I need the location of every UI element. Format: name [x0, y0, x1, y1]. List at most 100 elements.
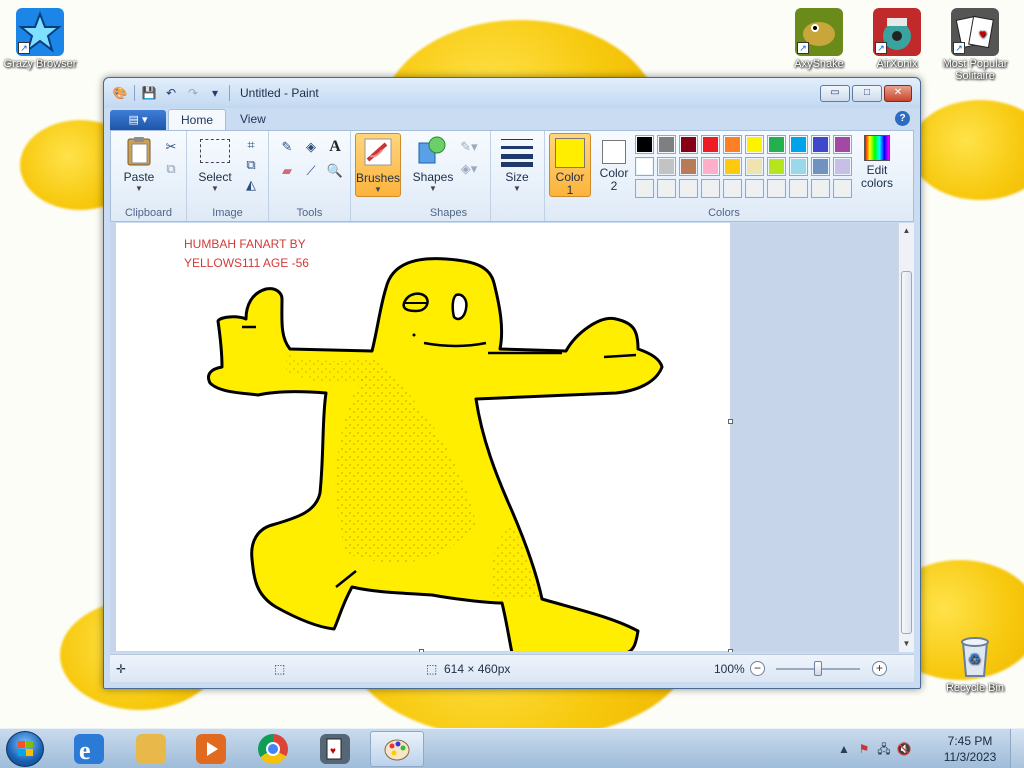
text-icon[interactable]: A	[325, 137, 345, 157]
rotate-icon[interactable]: ◭	[241, 175, 261, 195]
show-desktop-button[interactable]	[1010, 729, 1024, 768]
save-icon[interactable]: 💾	[141, 85, 157, 101]
brushes-button[interactable]: Brushes ▼	[355, 133, 401, 197]
palette-swatch[interactable]	[723, 157, 742, 176]
palette-swatch[interactable]	[657, 179, 676, 198]
desktop-icon-axysnake[interactable]: ↗ AxySnake	[779, 8, 859, 70]
action-center-flag-icon[interactable]: ⚑	[856, 741, 872, 757]
palette-swatch[interactable]	[745, 179, 764, 198]
color-picker-icon[interactable]: ⟋	[301, 161, 321, 181]
palette-swatch[interactable]	[745, 135, 764, 154]
palette-swatch[interactable]	[723, 135, 742, 154]
desktop-icon-recycle-bin[interactable]: ♻ Recycle Bin	[935, 632, 1015, 694]
zoom-in-button[interactable]: +	[872, 661, 887, 676]
palette-swatch[interactable]	[833, 179, 852, 198]
palette-swatch[interactable]	[657, 157, 676, 176]
paint-app-icon[interactable]: 🎨	[112, 85, 128, 101]
clipboard-group: Paste ▼ ✂ ⧉ Clipboard	[111, 131, 187, 221]
select-button[interactable]: Select ▼	[195, 135, 235, 193]
palette-swatch[interactable]	[745, 157, 764, 176]
outline-icon[interactable]: ✎▾	[459, 137, 479, 157]
svg-text:♥: ♥	[330, 746, 336, 757]
copy-icon[interactable]: ⧉	[161, 159, 181, 179]
resize-icon[interactable]: ⧉	[241, 155, 261, 175]
show-hidden-icons-arrow[interactable]: ▲	[836, 741, 852, 757]
palette-swatch[interactable]	[635, 135, 654, 154]
palette-swatch[interactable]	[635, 179, 654, 198]
fill-icon[interactable]: ◈	[301, 137, 321, 157]
eraser-icon[interactable]: ▰	[277, 161, 297, 181]
palette-swatch[interactable]	[701, 179, 720, 198]
desktop-icon-airxonix[interactable]: ↗ AirXonix	[857, 8, 937, 70]
taskbar-internet-explorer[interactable]: e	[62, 731, 116, 767]
color1-label-bottom: 1	[566, 183, 574, 197]
canvas-resize-handle-corner[interactable]	[728, 649, 733, 652]
palette-swatch[interactable]	[679, 135, 698, 154]
network-icon[interactable]: 🖧	[876, 741, 892, 757]
taskbar-file-explorer[interactable]	[124, 731, 178, 767]
zoom-slider-thumb[interactable]	[814, 661, 822, 676]
scroll-thumb[interactable]	[901, 271, 912, 634]
minimize-button[interactable]: ▭	[820, 85, 850, 102]
color2-button[interactable]: Color 2	[593, 133, 635, 197]
taskbar-clock[interactable]: 7:45 PM 11/3/2023	[940, 733, 1000, 765]
palette-swatch[interactable]	[833, 135, 852, 154]
palette-swatch[interactable]	[679, 157, 698, 176]
palette-swatch[interactable]	[657, 135, 676, 154]
crop-icon[interactable]: ⌗	[241, 135, 261, 155]
palette-swatch[interactable]	[789, 179, 808, 198]
scroll-down-arrow[interactable]: ▼	[899, 636, 914, 652]
start-button[interactable]	[6, 731, 44, 767]
help-icon[interactable]: ?	[895, 111, 910, 126]
ribbon-tabs: ▤ ▾ Home View	[110, 108, 278, 130]
desktop-icon-label: Most Popular Solitaire	[942, 58, 1008, 82]
zoom-out-button[interactable]: −	[750, 661, 765, 676]
palette-swatch[interactable]	[701, 135, 720, 154]
redo-icon[interactable]: ↷	[185, 85, 201, 101]
shapes-button[interactable]: Shapes ▼	[411, 135, 455, 193]
palette-swatch[interactable]	[789, 157, 808, 176]
palette-swatch[interactable]	[833, 157, 852, 176]
palette-swatch[interactable]	[811, 157, 830, 176]
desktop-icon-solitaire[interactable]: ♥ ↗ Most Popular Solitaire	[935, 8, 1015, 82]
shape-fill-icon[interactable]: ◈▾	[459, 159, 479, 179]
color1-swatch	[555, 138, 585, 168]
paint-menu-button[interactable]: ▤ ▾	[110, 110, 166, 130]
title-bar[interactable]: 🎨 💾 ↶ ↷ ▾ Untitled - Paint ▭ □ ✕	[104, 78, 920, 108]
svg-text:e: e	[79, 736, 91, 764]
taskbar-solitaire[interactable]: ♥	[308, 731, 362, 767]
palette-swatch[interactable]	[635, 157, 654, 176]
palette-swatch[interactable]	[767, 135, 786, 154]
maximize-button[interactable]: □	[852, 85, 882, 102]
scroll-up-arrow[interactable]: ▲	[899, 223, 914, 239]
cut-icon[interactable]: ✂	[161, 137, 181, 157]
edit-colors-button[interactable]: Edit colors	[855, 135, 899, 190]
volume-muted-icon[interactable]: 🔇	[896, 741, 912, 757]
tab-view[interactable]: View	[228, 109, 278, 130]
palette-swatch[interactable]	[701, 157, 720, 176]
magnifier-icon[interactable]: 🔍	[325, 161, 345, 181]
size-button[interactable]: Size ▼	[497, 135, 537, 193]
drawing-canvas[interactable]: HUMBAH FANART BY YELLOWS111 AGE -56	[116, 223, 733, 652]
pencil-icon[interactable]: ✎	[277, 137, 297, 157]
palette-swatch[interactable]	[789, 135, 808, 154]
paste-button[interactable]: Paste ▼	[117, 135, 161, 193]
color1-button[interactable]: Color 1	[549, 133, 591, 197]
desktop-icon-grazy-browser[interactable]: ↗ Grazy Browser	[0, 8, 80, 70]
taskbar-media-player[interactable]	[184, 731, 238, 767]
canvas-resize-handle-bottom[interactable]	[419, 649, 424, 652]
close-button[interactable]: ✕	[884, 85, 912, 102]
tab-home[interactable]: Home	[168, 109, 227, 130]
palette-swatch[interactable]	[811, 135, 830, 154]
canvas-resize-handle-right[interactable]	[728, 419, 733, 424]
customize-toolbar-icon[interactable]: ▾	[207, 85, 223, 101]
taskbar-chrome[interactable]	[246, 731, 300, 767]
palette-swatch[interactable]	[723, 179, 742, 198]
palette-swatch[interactable]	[767, 157, 786, 176]
taskbar-paint[interactable]	[370, 731, 424, 767]
palette-swatch[interactable]	[811, 179, 830, 198]
undo-icon[interactable]: ↶	[163, 85, 179, 101]
palette-swatch[interactable]	[679, 179, 698, 198]
vertical-scrollbar[interactable]: ▲ ▼	[898, 223, 914, 652]
palette-swatch[interactable]	[767, 179, 786, 198]
